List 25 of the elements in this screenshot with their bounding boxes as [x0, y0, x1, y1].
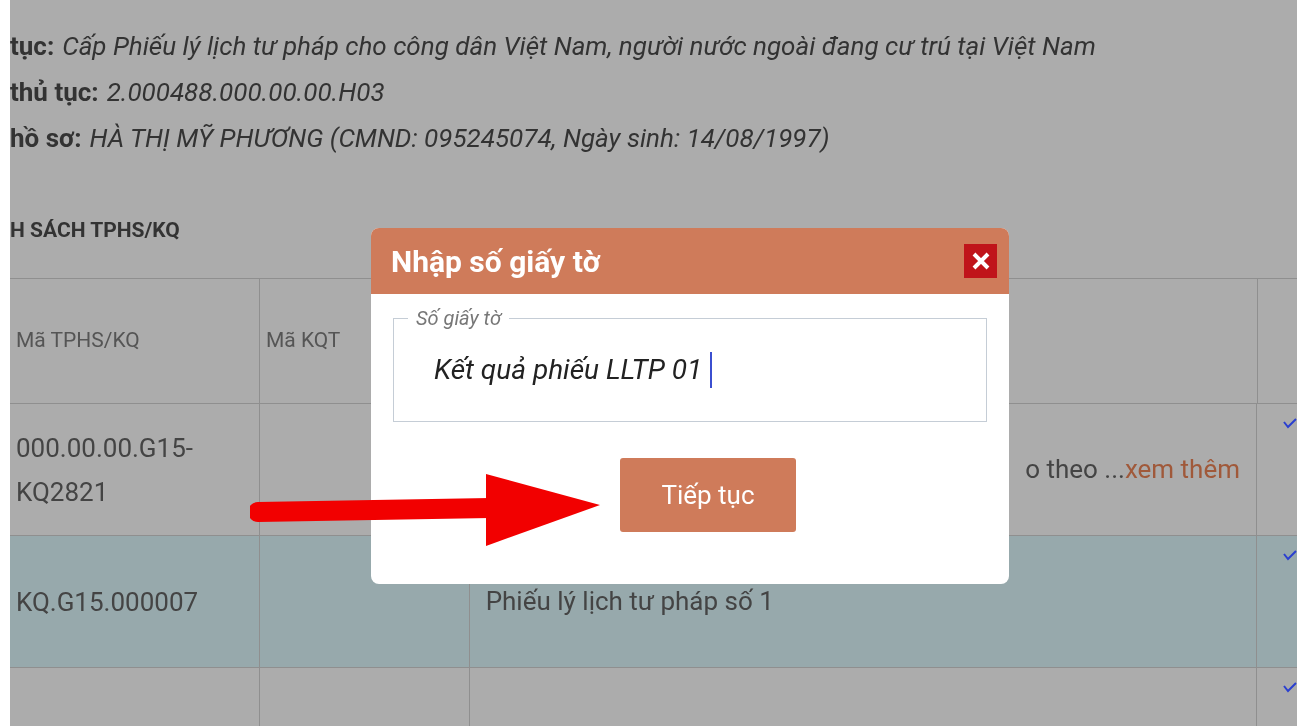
continue-button[interactable]: Tiếp tục [620, 458, 796, 532]
text-cursor [710, 352, 713, 388]
dialog-title: Nhập số giấy tờ [391, 242, 601, 281]
info-value: HÀ THỊ MỸ PHƯƠNG (CMND: 095245074, Ngày sinh: 14/08/1997) [89, 122, 830, 155]
table-cell-text: 000.00.00.G15-KQ2821 [16, 431, 194, 509]
table-cell-text: o theo ... [1025, 453, 1125, 486]
check-icon[interactable] [1283, 682, 1297, 694]
field-label: Số giấy tờ [415, 306, 504, 330]
close-icon [971, 252, 990, 270]
table-cell-text: KQ.G15.000007 [16, 585, 199, 619]
info-label: tục: [10, 30, 55, 63]
document-number-field[interactable]: Số giấy tờ Kết quả phiếu LLTP 01 [393, 306, 987, 422]
check-icon[interactable] [1283, 550, 1297, 562]
more-link[interactable]: xem thêm [1124, 450, 1240, 489]
section-heading: H SÁCH TPHS/KQ [10, 217, 180, 244]
info-label: thủ tục: [10, 76, 99, 109]
field-value: Kết quả phiếu LLTP 01 [434, 352, 703, 388]
close-button[interactable] [964, 244, 997, 278]
table-cell-text: Phiếu lý lịch tư pháp số 1 [485, 585, 774, 618]
info-value: Cấp Phiếu lý lịch tư pháp cho công dân Việt Nam, người nước ngoài đang cư trú tại Việt Nam [62, 30, 1096, 63]
column-header: Mã KQT [266, 327, 341, 355]
info-value: 2.000488.000.00.00.H03 [106, 76, 385, 109]
check-icon[interactable] [1283, 418, 1297, 430]
column-header: Mã TPHS/KQ [16, 327, 140, 355]
info-label: hồ sơ: [10, 122, 82, 155]
